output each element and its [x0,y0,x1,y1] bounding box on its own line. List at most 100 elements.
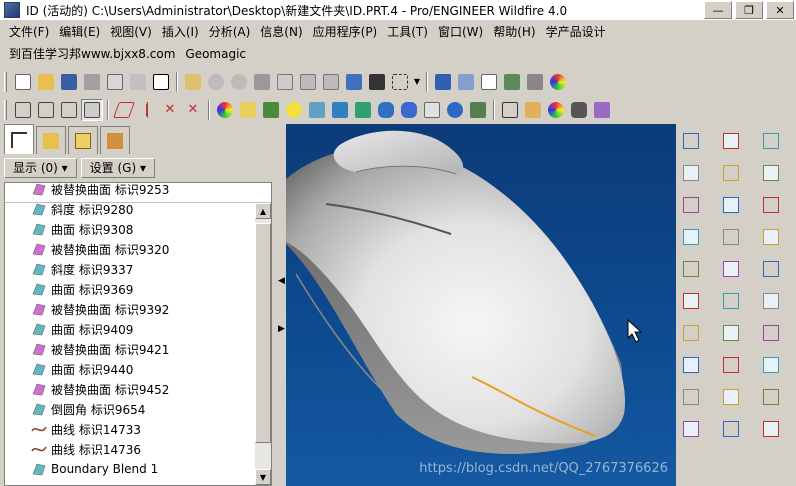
spotlight-icon[interactable] [306,99,328,121]
toolbar-grip[interactable] [4,71,7,92]
light-bulb-icon[interactable] [283,99,305,121]
no-hidden-icon[interactable] [58,99,80,121]
tree-item[interactable]: 被替换曲面 标识9421 [5,339,169,359]
tree-item[interactable]: 曲面 标识9440 [5,359,133,379]
color-wheel-icon[interactable] [545,99,567,121]
cut-icon[interactable] [251,71,273,93]
draft-icon[interactable] [680,290,702,312]
boundary-icon[interactable] [680,418,702,440]
csys-display-icon[interactable]: ✕ [182,99,204,121]
layers-icon[interactable] [501,71,523,93]
teapot-icon[interactable] [375,99,397,121]
tree-item[interactable]: 倒圆角 标识9654 [5,399,145,419]
tree-item[interactable]: 曲线 标识14733 [5,419,141,439]
view-manager-icon[interactable] [524,71,546,93]
graphics-window[interactable]: https://blog.csdn.net/QQ_2767376626 [286,124,676,486]
datum-curve-sketch-icon[interactable] [680,130,702,152]
tree-item[interactable]: 被替换曲面 标识9320 [5,239,169,259]
sphere-icon[interactable] [421,99,443,121]
collapse-arrow-icon[interactable]: ◀ [278,276,285,286]
favorites-tab-icon[interactable] [68,126,98,154]
close-window-icon[interactable] [150,71,172,93]
pen-icon[interactable] [182,71,204,93]
sweep-icon[interactable] [760,226,782,248]
menu-file[interactable]: 文件(F) [4,21,54,43]
menu-bjxx8-link[interactable]: 到百佳学习邦www.bjxx8.com [4,43,180,65]
reflection-icon[interactable] [591,99,613,121]
tree-item[interactable]: 曲面 标识9308 [5,219,133,239]
solidify-icon[interactable] [680,386,702,408]
show-dropdown[interactable]: 显示 (0) ▾ [4,158,77,178]
orient-view-icon[interactable] [432,71,454,93]
camera-icon[interactable] [568,99,590,121]
tree-item[interactable]: 斜度 标识9280 [5,199,133,219]
tree-item[interactable]: 被替换曲面 标识9452 [5,379,169,399]
paste-icon[interactable] [297,71,319,93]
trim-icon[interactable] [680,354,702,376]
axis-icon[interactable] [760,130,782,152]
menu-analysis[interactable]: 分析(A) [204,21,256,43]
menu-view[interactable]: 视图(V) [105,21,157,43]
dropdown-arrow-icon[interactable]: ▼ [412,71,422,93]
connections-tab-icon[interactable] [100,126,130,154]
panel-splitter[interactable]: ◀ ▶ [276,124,286,486]
copy-icon[interactable] [274,71,296,93]
open-folder-icon[interactable] [35,71,57,93]
close-button[interactable]: ✕ [766,1,794,19]
menu-product-design[interactable]: 学产品设计 [541,21,611,43]
tree-scrollbar[interactable]: ▲ ▼ [255,203,271,485]
surface-icon[interactable] [398,99,420,121]
analysis-icon[interactable] [522,99,544,121]
analysis-icon[interactable] [680,194,702,216]
settings-dropdown[interactable]: 设置 (G) ▾ [80,158,155,178]
scroll-down-icon[interactable]: ▼ [255,469,271,485]
redo-icon[interactable] [228,71,250,93]
tree-item[interactable]: 曲线 标识14736 [5,439,141,459]
extrude-icon[interactable] [680,226,702,248]
menu-info[interactable]: 信息(N) [255,21,307,43]
offset-icon[interactable] [760,194,782,216]
tree-item[interactable]: 被替换曲面 标识9253 [5,183,169,199]
hidden-line-icon[interactable] [35,99,57,121]
shaded-icon[interactable] [81,98,103,121]
select-box-icon[interactable] [389,71,411,93]
tree-item[interactable]: 斜度 标识9337 [5,259,133,279]
curve-icon[interactable] [680,162,702,184]
point-display-icon[interactable]: ✕ [159,99,181,121]
csys-icon[interactable] [760,162,782,184]
hole-icon[interactable] [720,258,742,280]
menu-applications[interactable]: 应用程序(P) [308,21,383,43]
model-tree-icon[interactable] [237,99,259,121]
revolve-icon[interactable] [720,226,742,248]
repaint-icon[interactable] [455,71,477,93]
folder-browser-tab-icon[interactable] [36,126,66,154]
point-icon[interactable] [720,162,742,184]
distance-icon[interactable] [499,99,521,121]
blend-icon[interactable] [680,258,702,280]
paste-special-icon[interactable] [320,71,342,93]
toolbar-grip[interactable] [4,99,7,120]
chain-icon[interactable] [720,194,742,216]
menu-window[interactable]: 窗口(W) [433,21,488,43]
tree-item[interactable]: 曲面 标识9409 [5,319,133,339]
new-file-icon[interactable] [12,71,34,93]
scroll-thumb[interactable] [255,223,271,443]
menu-tools[interactable]: 工具(T) [382,21,433,43]
menu-insert[interactable]: 插入(I) [157,21,204,43]
axis-display-icon[interactable] [136,99,158,121]
regen-manager-icon[interactable] [343,71,365,93]
style-icon[interactable] [760,386,782,408]
round-icon[interactable] [760,258,782,280]
color-palette-icon[interactable] [547,71,569,93]
regenerate-icon[interactable] [127,71,149,93]
fill-icon[interactable] [720,418,742,440]
model-tree-tab-icon[interactable] [4,124,34,154]
expand-arrow-icon[interactable]: ▶ [278,324,285,334]
rib-icon[interactable] [760,290,782,312]
warp-icon[interactable] [720,386,742,408]
maximize-button[interactable]: ❐ [735,1,763,19]
minimize-button[interactable]: — [704,1,732,19]
mirror-icon[interactable] [680,322,702,344]
merge-icon[interactable] [760,322,782,344]
pattern-icon[interactable] [720,322,742,344]
